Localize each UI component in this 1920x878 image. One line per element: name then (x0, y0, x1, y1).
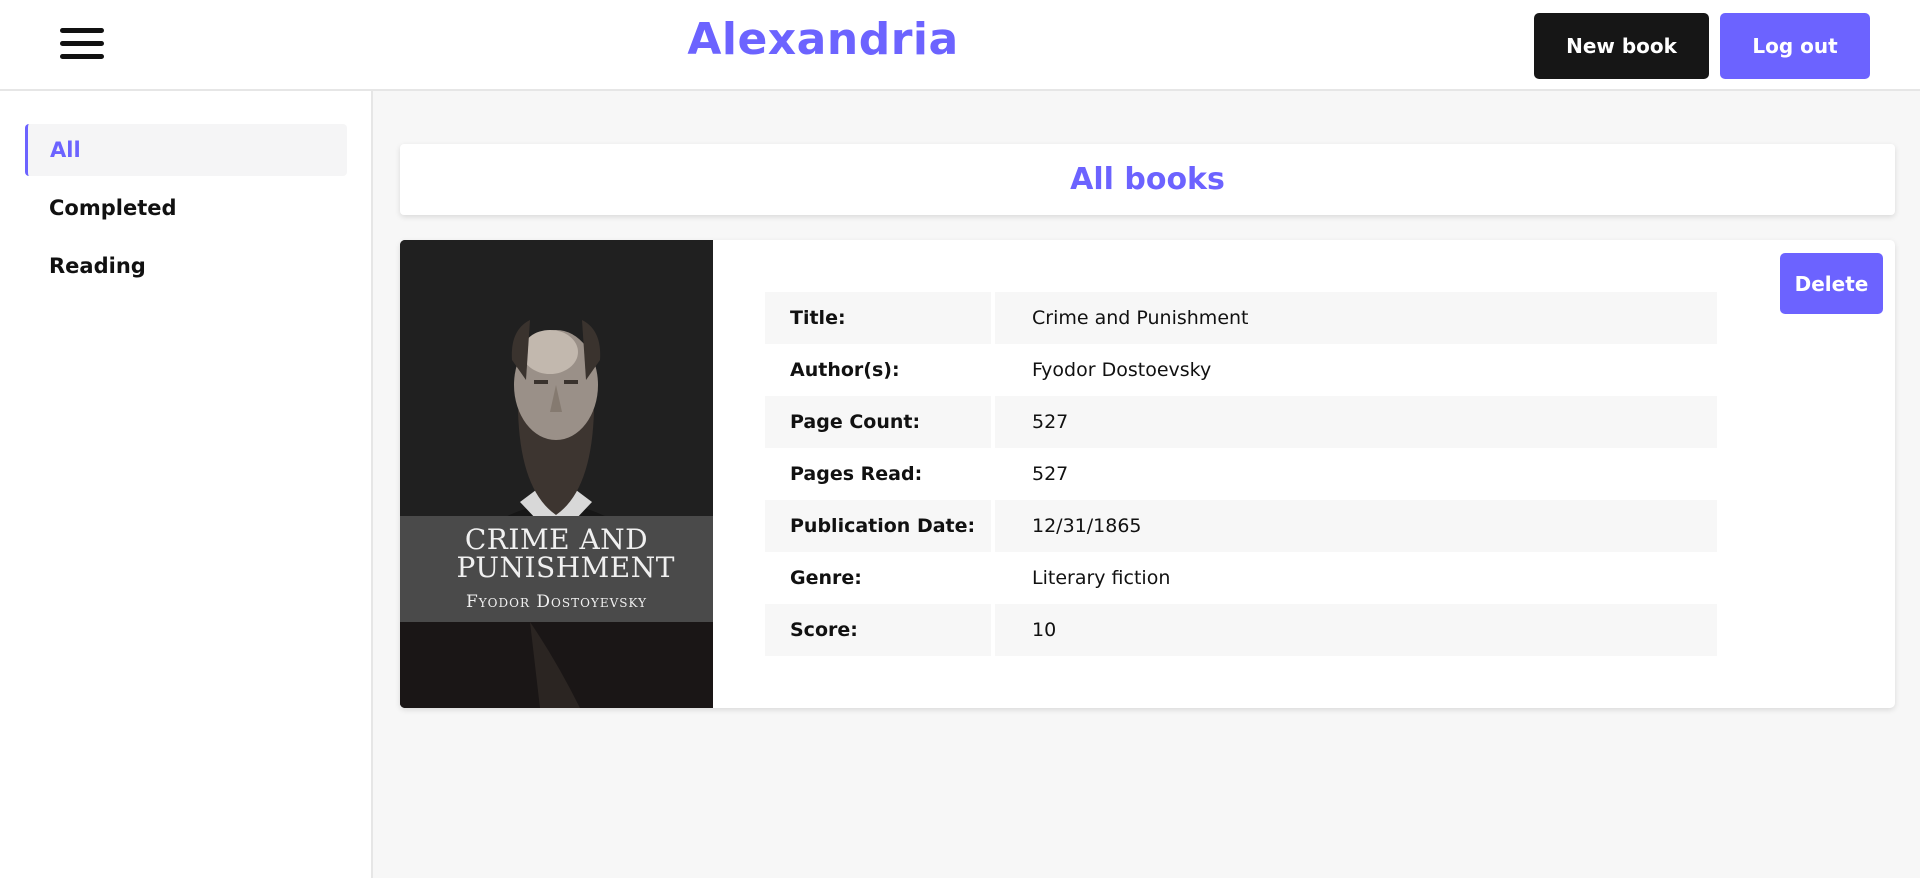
field-value: 12/31/1865 (995, 500, 1717, 552)
field-label: Genre: (790, 567, 862, 589)
app-brand: Alexandria (687, 14, 959, 65)
table-row: Genre: Literary fiction (765, 552, 1717, 604)
field-value: Fyodor Dostoevsky (1032, 359, 1212, 381)
table-row: Publication Date: 12/31/1865 (765, 500, 1717, 552)
book-card: CRIME AND PUNISHMENT Fyodor Dostoyevsky … (400, 240, 1895, 708)
field-label: Publication Date: (765, 500, 991, 552)
cover-author: Fyodor Dostoyevsky (465, 592, 648, 612)
sidebar: All Completed Reading (0, 91, 373, 878)
field-value: 527 (995, 396, 1717, 448)
table-row: Pages Read: 527 (765, 448, 1717, 500)
field-value: Literary fiction (1032, 567, 1171, 589)
field-label: Score: (765, 604, 991, 656)
cover-title: CRIME AND PUNISHMENT (456, 523, 675, 584)
table-row: Score: 10 (765, 604, 1717, 656)
field-label: Page Count: (765, 396, 991, 448)
table-row: Page Count: 527 (765, 396, 1717, 448)
author-portrait-image (400, 240, 713, 708)
section-title: All books (400, 144, 1895, 215)
field-label: Pages Read: (790, 463, 923, 485)
cover-title-band: CRIME AND PUNISHMENT Fyodor Dostoyevsky (400, 516, 713, 622)
field-value: Crime and Punishment (995, 292, 1717, 344)
field-label: Author(s): (790, 359, 900, 381)
delete-button[interactable]: Delete (1780, 253, 1883, 314)
sidebar-item-completed[interactable]: Completed (25, 182, 347, 234)
table-row: Author(s): Fyodor Dostoevsky (765, 344, 1717, 396)
new-book-button[interactable]: New book (1534, 13, 1709, 79)
table-row: Title: Crime and Punishment (765, 292, 1717, 344)
field-value: 527 (1032, 463, 1069, 485)
field-value: 10 (995, 604, 1717, 656)
logout-button[interactable]: Log out (1720, 13, 1870, 79)
sidebar-item-reading[interactable]: Reading (25, 240, 347, 292)
top-navbar: Alexandria New book Log out (0, 0, 1920, 91)
sidebar-item-all[interactable]: All (25, 124, 347, 176)
book-details-table: Title: Crime and Punishment Author(s): F… (765, 292, 1717, 656)
book-cover-image: CRIME AND PUNISHMENT Fyodor Dostoyevsky (400, 240, 713, 708)
field-label: Title: (765, 292, 991, 344)
